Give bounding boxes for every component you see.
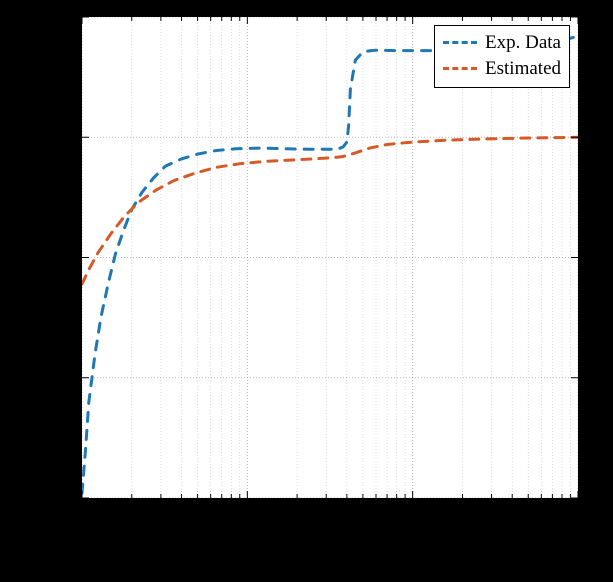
axis-ticks	[82, 17, 578, 498]
legend-label: Estimated	[485, 56, 561, 82]
series-estimated	[82, 137, 578, 284]
major-grid	[82, 17, 578, 498]
legend: Exp. Data Estimated	[434, 25, 570, 88]
legend-item-est: Estimated	[443, 56, 561, 82]
x-tick-label: 102	[388, 510, 438, 532]
chart-container: Ph(Z) [°] Frequency [Hz] 100 50 0 -50 -1…	[0, 0, 613, 582]
y-axis-label: Ph(Z) [°]	[34, 253, 59, 330]
y-tick-label: 0	[64, 248, 74, 270]
x-axis-label: Frequency [Hz]	[80, 537, 580, 562]
y-tick-label: 100	[45, 8, 74, 30]
legend-swatch-icon	[443, 67, 477, 70]
legend-label: Exp. Data	[485, 30, 561, 56]
x-tick-label: 100	[55, 510, 105, 532]
series-exp-data	[82, 36, 578, 493]
y-tick-label: 50	[54, 128, 73, 150]
y-tick-label: -100	[38, 489, 73, 511]
legend-item-exp: Exp. Data	[443, 30, 561, 56]
legend-swatch-icon	[443, 41, 477, 44]
x-tick-label: 101	[221, 510, 271, 532]
x-tick-label: 103	[554, 510, 604, 532]
y-tick-label: -50	[48, 369, 73, 391]
plot-area: Exp. Data Estimated	[80, 15, 580, 500]
data-series	[82, 36, 578, 493]
